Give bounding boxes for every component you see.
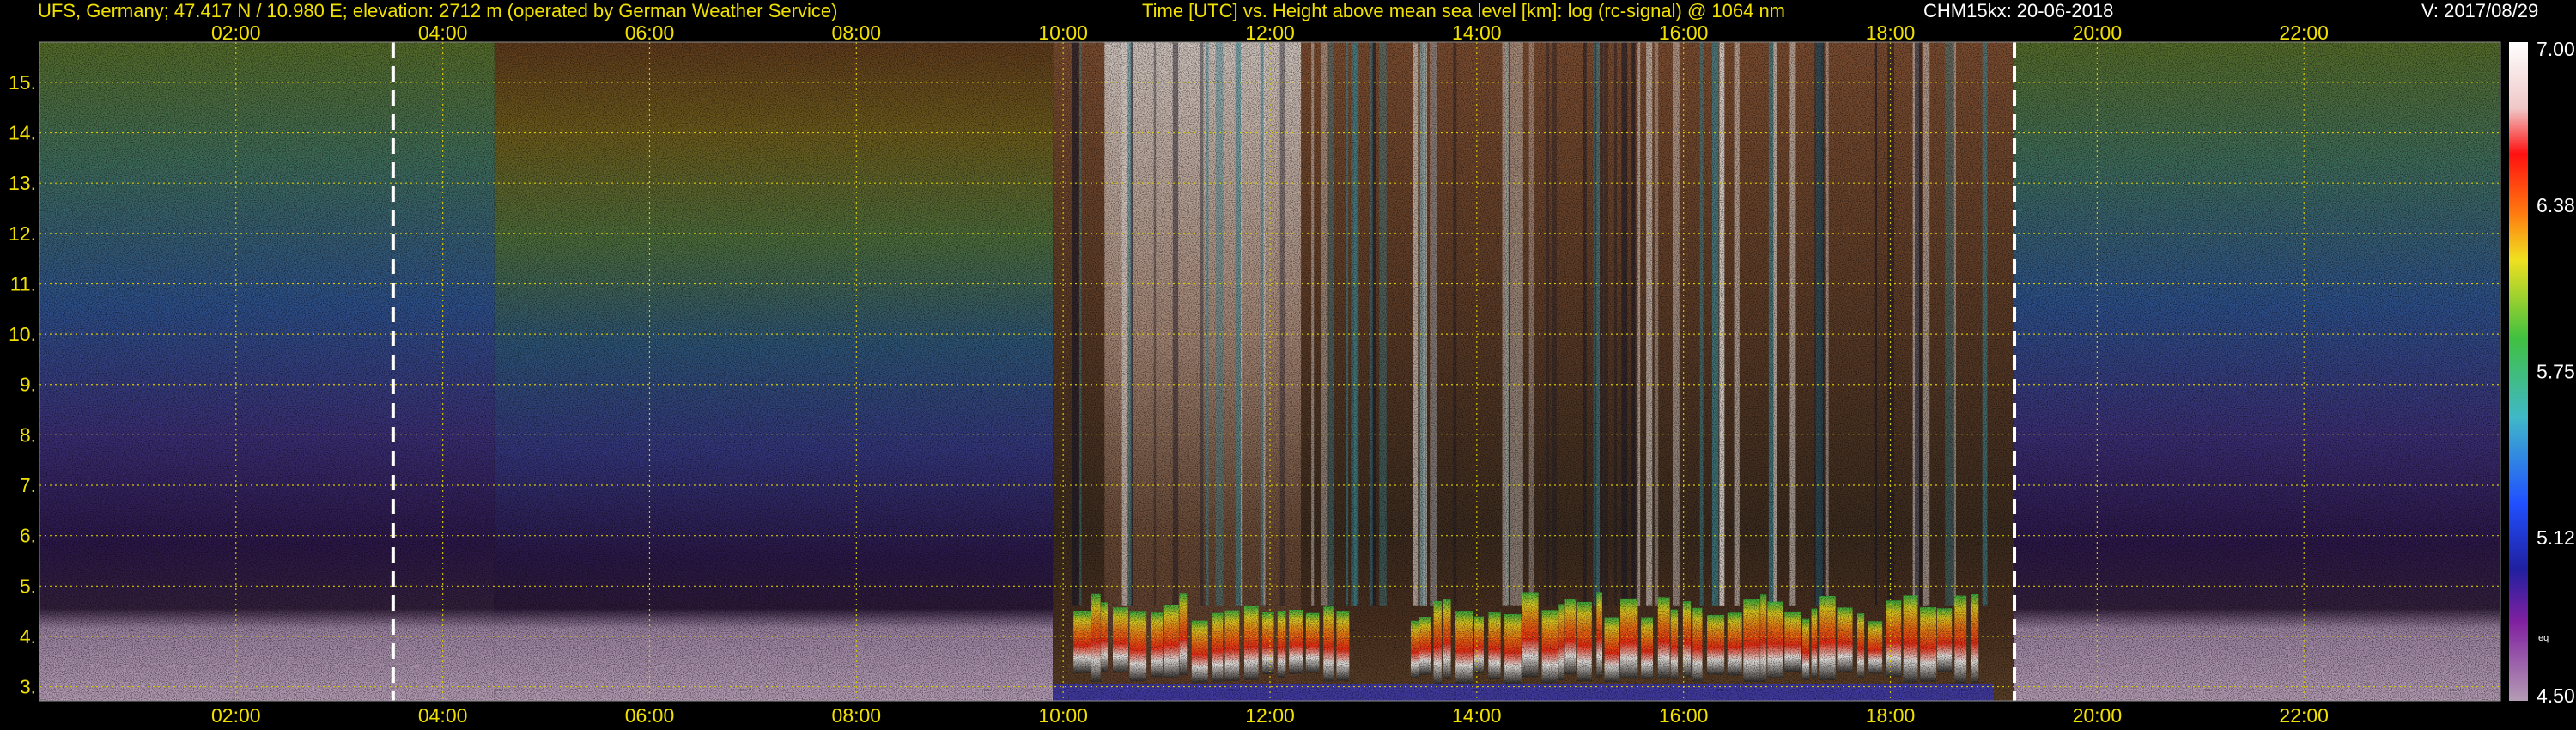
- x-tick-label-top: 20:00: [2073, 21, 2123, 44]
- lidar-chart: 02:00 04:00 06:00 08:00 10:00 12:00 14:00 16:00…: [9, 21, 2575, 727]
- colorbar: 7.00 6.38 5.75 5.12 4.50 eq: [2509, 38, 2575, 707]
- x-tick-label-top: 08:00: [832, 21, 882, 44]
- y-tick-label: 3.: [20, 676, 36, 698]
- x-tick-label-bottom: 04:00: [418, 704, 468, 727]
- x-tick-label-bottom: 10:00: [1038, 704, 1088, 727]
- x-tick-label-bottom: 14:00: [1452, 704, 1502, 727]
- x-tick-label-bottom: 06:00: [625, 704, 675, 727]
- y-tick-label: 9.: [20, 374, 36, 396]
- y-tick-label: 13.: [9, 172, 36, 194]
- y-tick-label: 6.: [20, 525, 36, 547]
- y-axis: 3. 4. 5. 6. 7. 8. 9. 10. 11. 12. 13. 14. 15.: [9, 71, 36, 698]
- x-tick-label-top: 06:00: [625, 21, 675, 44]
- x-tick-label-bottom: 16:00: [1659, 704, 1709, 727]
- y-tick-label: 14.: [9, 122, 36, 144]
- x-tick-label-bottom: 02:00: [211, 704, 261, 727]
- y-tick-label: 5.: [20, 575, 36, 597]
- x-tick-label-top: 04:00: [418, 21, 468, 44]
- colorbar-gradient: [2509, 42, 2528, 701]
- y-tick-label: 11.: [10, 272, 36, 295]
- x-axis-top: 02:00 04:00 06:00 08:00 10:00 12:00 14:00 16:00…: [211, 21, 2329, 44]
- x-tick-label-bottom: 20:00: [2073, 704, 2123, 727]
- colorbar-tick-label: 6.38: [2537, 194, 2575, 216]
- x-tick-label-top: 02:00: [211, 21, 261, 44]
- x-tick-label-top: 14:00: [1452, 21, 1502, 44]
- y-tick-label: 10.: [9, 323, 36, 345]
- colorbar-unit-label: eq: [2538, 633, 2549, 643]
- y-tick-label: 7.: [20, 474, 36, 496]
- x-tick-label-top: 22:00: [2279, 21, 2329, 44]
- colorbar-tick-label: 7.00: [2537, 38, 2575, 60]
- x-tick-label-top: 18:00: [1866, 21, 1916, 44]
- y-tick-label: 4.: [20, 625, 36, 648]
- y-tick-label: 15.: [9, 71, 36, 94]
- x-tick-label-bottom: 18:00: [1866, 704, 1916, 727]
- colorbar-tick-label: 5.12: [2537, 526, 2575, 549]
- x-tick-label-top: 16:00: [1659, 21, 1709, 44]
- x-tick-label-top: 12:00: [1245, 21, 1295, 44]
- x-tick-label-bottom: 12:00: [1245, 704, 1295, 727]
- y-tick-label: 8.: [20, 423, 36, 446]
- x-tick-label-bottom: 08:00: [832, 704, 882, 727]
- x-tick-label-bottom: 22:00: [2279, 704, 2329, 727]
- x-tick-label-top: 10:00: [1038, 21, 1088, 44]
- colorbar-tick-label: 4.50: [2537, 684, 2575, 707]
- y-tick-label: 12.: [9, 222, 36, 245]
- x-axis-bottom: 02:00 04:00 06:00 08:00 10:00 12:00 14:00 16:00…: [211, 704, 2329, 727]
- colorbar-tick-label: 5.75: [2537, 361, 2575, 383]
